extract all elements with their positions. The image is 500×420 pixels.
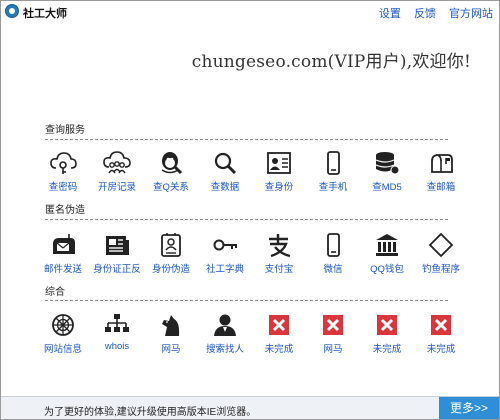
globe-icon bbox=[49, 312, 77, 338]
smartphone-icon bbox=[319, 232, 347, 258]
tile-web-trojan[interactable]: 网马 bbox=[144, 310, 198, 360]
tile-label: whois bbox=[104, 341, 130, 352]
section-divider bbox=[45, 139, 448, 140]
tile-label: 搜索找人 bbox=[205, 344, 244, 355]
red-x-icon bbox=[319, 312, 347, 338]
tile-label: 查Q关系 bbox=[153, 182, 189, 193]
tile-unfinished[interactable]: 未完成 bbox=[414, 310, 468, 360]
title-bar[interactable]: 社工大师 设置 反馈 官方网站 bbox=[1, 1, 499, 23]
red-x-icon bbox=[373, 312, 401, 338]
tile-query-phone[interactable]: 查手机 bbox=[306, 148, 360, 198]
tile-unfinished[interactable]: 未完成 bbox=[360, 310, 414, 360]
tile-label: 网马 bbox=[323, 344, 343, 355]
settings-link[interactable]: 设置 bbox=[379, 8, 401, 20]
tile-website-info[interactable]: 网站信息 bbox=[36, 310, 90, 360]
tile-label: 邮件发送 bbox=[43, 264, 82, 275]
tile-label: 查密码 bbox=[48, 182, 78, 193]
browser-upgrade-note: 为了更好的体验,建议升级使用高版本IE浏览器。 bbox=[44, 407, 257, 418]
anonymous-forge-row: 邮件发送 身份证正反 身份伪造 社工字典 支付宝 微信 QQ钱包 钓鱼程序 bbox=[36, 230, 466, 280]
red-x-icon bbox=[427, 312, 455, 338]
diamond-icon bbox=[427, 232, 455, 258]
tile-whois[interactable]: whois bbox=[90, 310, 144, 360]
qq-search-icon bbox=[157, 150, 185, 176]
database-icon bbox=[373, 150, 401, 176]
tile-label: 查身份 bbox=[264, 182, 294, 193]
tile-wechat[interactable]: 微信 bbox=[306, 230, 360, 280]
id-badge-icon bbox=[157, 232, 185, 258]
alipay-icon bbox=[265, 232, 293, 258]
tile-label: 查邮箱 bbox=[426, 182, 456, 193]
mailbox-icon bbox=[427, 150, 455, 176]
tile-alipay[interactable]: 支付宝 bbox=[252, 230, 306, 280]
tile-label: QQ钱包 bbox=[370, 264, 404, 275]
section-title-query: 查询服务 bbox=[45, 125, 85, 136]
person-icon bbox=[211, 312, 239, 338]
tile-label: 开房记录 bbox=[97, 182, 136, 193]
tile-label: 查MD5 bbox=[372, 182, 402, 193]
tile-label: 身份伪造 bbox=[151, 264, 190, 275]
tile-label: 未完成 bbox=[264, 344, 294, 355]
tile-room-records[interactable]: 开房记录 bbox=[90, 148, 144, 198]
red-x-icon bbox=[265, 312, 293, 338]
section-divider bbox=[45, 300, 448, 301]
tile-qq-relations[interactable]: 查Q关系 bbox=[144, 148, 198, 198]
query-services-row: 查密码 开房记录 查Q关系 查数据 查身份 查手机 查MD5 查邮箱 bbox=[36, 148, 466, 198]
id-card-icon bbox=[265, 150, 293, 176]
tile-search-person[interactable]: 搜索找人 bbox=[198, 310, 252, 360]
tile-query-identity[interactable]: 查身份 bbox=[252, 148, 306, 198]
tile-qq-wallet[interactable]: QQ钱包 bbox=[360, 230, 414, 280]
tile-unfinished[interactable]: 未完成 bbox=[252, 310, 306, 360]
welcome-message: chungeseo.com(VIP用户),欢迎你! bbox=[191, 52, 471, 72]
tile-label: 查数据 bbox=[210, 182, 240, 193]
section-divider bbox=[45, 219, 448, 220]
app-title: 社工大师 bbox=[23, 8, 67, 20]
tile-label: 网马 bbox=[161, 344, 181, 355]
tile-email-send[interactable]: 邮件发送 bbox=[36, 230, 90, 280]
tile-label: 未完成 bbox=[372, 344, 402, 355]
tile-label: 网站信息 bbox=[43, 344, 82, 355]
bottom-bar: 为了更好的体验,建议升级使用高版本IE浏览器。 更多>> bbox=[1, 396, 499, 419]
tile-label: 支付宝 bbox=[264, 264, 294, 275]
official-website-link[interactable]: 官方网站 bbox=[449, 8, 493, 20]
tile-query-md5[interactable]: 查MD5 bbox=[360, 148, 414, 198]
mailbox-send-icon bbox=[49, 232, 77, 258]
top-links: 设置 反馈 官方网站 bbox=[369, 5, 493, 21]
tile-id-card-both-sides[interactable]: 身份证正反 bbox=[90, 230, 144, 280]
feedback-link[interactable]: 反馈 bbox=[414, 8, 436, 20]
tile-query-email[interactable]: 查邮箱 bbox=[414, 148, 468, 198]
more-button[interactable]: 更多>> bbox=[439, 397, 499, 419]
tile-identity-forge[interactable]: 身份伪造 bbox=[144, 230, 198, 280]
tile-label: 身份证正反 bbox=[93, 264, 141, 275]
tile-phishing-program[interactable]: 钓鱼程序 bbox=[414, 230, 468, 280]
tile-social-dictionary[interactable]: 社工字典 bbox=[198, 230, 252, 280]
tile-label: 微信 bbox=[323, 264, 343, 275]
tile-label: 钓鱼程序 bbox=[421, 264, 460, 275]
tile-query-password[interactable]: 查密码 bbox=[36, 148, 90, 198]
tile-query-data[interactable]: 查数据 bbox=[198, 148, 252, 198]
magnifier-icon bbox=[211, 150, 239, 176]
tile-web-trojan-2[interactable]: 网马 bbox=[306, 310, 360, 360]
cloud-people-icon bbox=[103, 150, 131, 176]
section-title-general: 综合 bbox=[45, 287, 65, 298]
app-logo-icon bbox=[5, 4, 19, 18]
cloud-key-icon bbox=[49, 150, 77, 176]
tile-label: 查手机 bbox=[318, 182, 348, 193]
horse-icon bbox=[157, 312, 185, 338]
key-icon bbox=[211, 232, 239, 258]
tile-label: 社工字典 bbox=[205, 264, 244, 275]
newspaper-icon bbox=[103, 232, 131, 258]
section-title-anonymous: 匿名伪造 bbox=[45, 205, 85, 216]
app-window: 社工大师 设置 反馈 官方网站 chungeseo.com(VIP用户),欢迎你… bbox=[0, 0, 500, 420]
tile-label: 未完成 bbox=[426, 344, 456, 355]
general-row: 网站信息 whois 网马 搜索找人 未完成 网马 未完成 未完成 bbox=[36, 310, 466, 360]
network-tree-icon bbox=[103, 312, 131, 338]
bank-icon bbox=[373, 232, 401, 258]
phone-icon bbox=[319, 150, 347, 176]
